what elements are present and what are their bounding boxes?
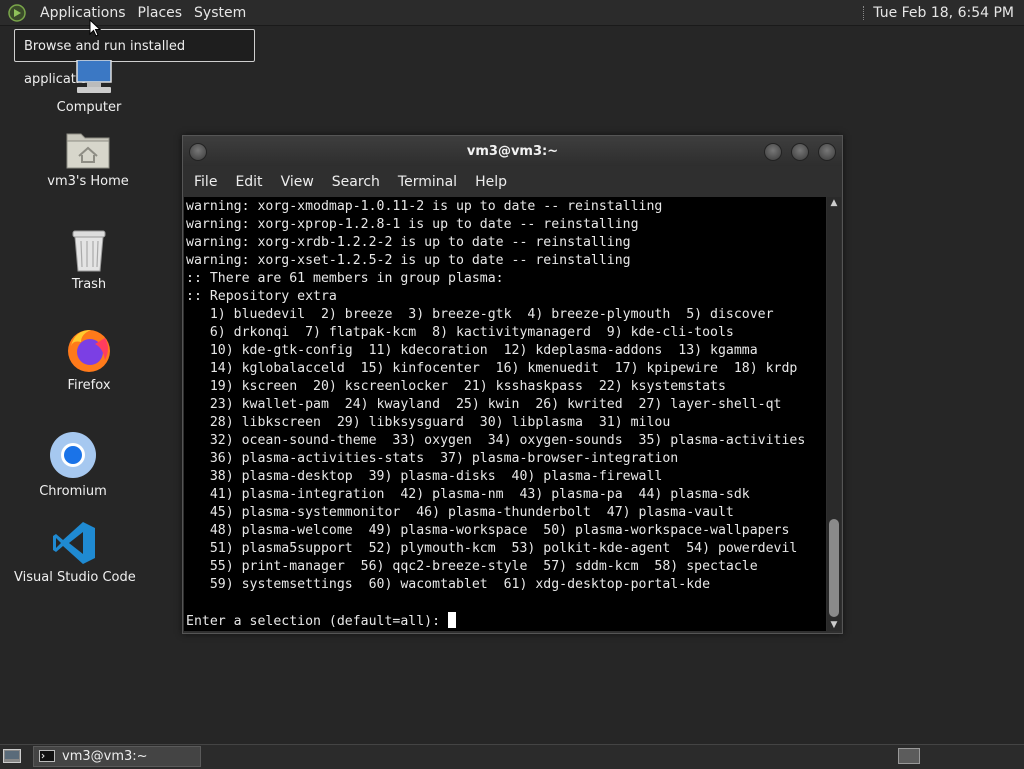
taskbar-item-terminal[interactable]: vm3@vm3:~ <box>33 746 201 767</box>
terminal-line: 36) plasma-activities-stats 37) plasma-b… <box>186 451 679 466</box>
terminal-cursor <box>448 612 457 628</box>
terminal-line: 23) kwallet-pam 24) kwayland 25) kwin 26… <box>186 397 782 412</box>
terminal-line: 55) print-manager 56) qqc2-breeze-style … <box>186 559 758 574</box>
window-menu-button[interactable] <box>189 143 207 161</box>
clock[interactable]: Tue Feb 18, 6:54 PM <box>873 5 1014 21</box>
menu-search[interactable]: Search <box>323 174 389 190</box>
chromium-icon <box>50 432 96 478</box>
menu-edit[interactable]: Edit <box>226 174 271 190</box>
terminal-line: 41) plasma-integration 42) plasma-nm 43)… <box>186 487 750 502</box>
terminal-menubar: File Edit View Search Terminal Help <box>183 166 842 198</box>
terminal-line: Enter a selection (default=all): <box>186 614 449 629</box>
desktop-icon-chromium[interactable]: Chromium <box>34 430 112 499</box>
mouse-cursor-icon <box>89 19 101 37</box>
scrollbar-thumb[interactable] <box>829 519 839 617</box>
desktop-icon-computer[interactable]: Computer <box>50 60 128 115</box>
taskbar-item-label: vm3@vm3:~ <box>62 749 148 764</box>
terminal-line: 51) plasma5support 52) plymouth-kcm 53) … <box>186 541 798 556</box>
terminal-line: 32) ocean-sound-theme 33) oxygen 34) oxy… <box>186 433 806 448</box>
menu-help[interactable]: Help <box>466 174 516 190</box>
terminal-line: 19) kscreen 20) kscreenlocker 21) ksshas… <box>186 379 726 394</box>
terminal-icon <box>39 750 55 762</box>
terminal-titlebar[interactable]: vm3@vm3:~ <box>183 136 842 166</box>
terminal-line: 6) drkonqi 7) flatpak-kcm 8) kactivityma… <box>186 325 734 340</box>
chromium-label: Chromium <box>39 484 107 499</box>
terminal-window[interactable]: vm3@vm3:~ File Edit View Search Terminal… <box>182 135 843 634</box>
computer-icon <box>76 60 112 93</box>
firefox-label: Firefox <box>67 378 111 393</box>
home-label: vm3's Home <box>47 174 129 189</box>
system-menu[interactable]: System <box>188 3 252 23</box>
terminal-line: 10) kde-gtk-config 11) kdecoration 12) k… <box>186 343 758 358</box>
show-desktop-icon[interactable] <box>3 749 21 763</box>
terminal-line: 59) systemsettings 60) wacomtablet 61) x… <box>186 577 711 592</box>
desktop-icon-trash[interactable]: Trash <box>50 229 128 292</box>
scroll-up-arrow-icon[interactable]: ▲ <box>827 197 841 209</box>
menu-file[interactable]: File <box>185 174 226 190</box>
menu-terminal[interactable]: Terminal <box>389 174 466 190</box>
applications-menu[interactable]: Applications <box>34 3 132 23</box>
bottom-panel: vm3@vm3:~ <box>0 744 1024 769</box>
vscode-icon <box>53 522 95 564</box>
terminal-output[interactable]: warning: xorg-xmodmap-1.0.11-2 is up to … <box>184 197 826 631</box>
panel-separator <box>863 5 865 20</box>
vscode-label: Visual Studio Code <box>14 570 136 585</box>
terminal-text: warning: xorg-xmodmap-1.0.11-2 is up to … <box>184 197 826 631</box>
close-button[interactable] <box>818 143 836 161</box>
terminal-line: :: There are 61 members in group plasma: <box>186 271 504 286</box>
terminal-line: 45) plasma-systemmonitor 46) plasma-thun… <box>186 505 734 520</box>
desktop-icon-home[interactable]: vm3's Home <box>40 128 136 189</box>
firefox-icon <box>68 330 110 372</box>
terminal-title: vm3@vm3:~ <box>466 144 559 159</box>
terminal-line: 14) kglobalacceld 15) kinfocenter 16) km… <box>186 361 798 376</box>
terminal-line: warning: xorg-xset-1.2.5-2 is up to date… <box>186 253 631 268</box>
terminal-line: 48) plasma-welcome 49) plasma-workspace … <box>186 523 790 538</box>
trash-label: Trash <box>71 277 107 292</box>
top-panel: Applications Places System Tue Feb 18, 6… <box>0 0 1024 26</box>
scroll-down-arrow-icon[interactable]: ▼ <box>827 619 841 631</box>
distro-logo-icon[interactable] <box>8 3 26 22</box>
minimize-button[interactable] <box>764 143 782 161</box>
terminal-line: 38) plasma-desktop 39) plasma-disks 40) … <box>186 469 663 484</box>
home-folder-icon <box>66 133 110 169</box>
maximize-button[interactable] <box>791 143 809 161</box>
places-menu[interactable]: Places <box>132 3 189 23</box>
terminal-line: warning: xorg-xmodmap-1.0.11-2 is up to … <box>186 199 663 214</box>
applications-tooltip: Browse and run installed applications <box>14 29 255 87</box>
computer-label: Computer <box>56 100 122 115</box>
desktop-icon-firefox[interactable]: Firefox <box>50 326 128 393</box>
terminal-line: warning: xorg-xrdb-1.2.2-2 is up to date… <box>186 235 631 250</box>
trash-icon <box>72 230 106 272</box>
terminal-line: 1) bluedevil 2) breeze 3) breeze-gtk 4) … <box>186 307 774 322</box>
desktop-icon-vscode[interactable]: Visual Studio Code <box>14 520 136 585</box>
terminal-scrollbar[interactable]: ▲ ▼ <box>827 197 841 631</box>
workspace-switcher[interactable] <box>898 748 920 764</box>
terminal-line: 28) libkscreen 29) libksysguard 30) libp… <box>186 415 671 430</box>
menu-view[interactable]: View <box>272 174 323 190</box>
terminal-line: :: Repository extra <box>186 289 337 304</box>
terminal-line: warning: xorg-xprop-1.2.8-1 is up to dat… <box>186 217 639 232</box>
